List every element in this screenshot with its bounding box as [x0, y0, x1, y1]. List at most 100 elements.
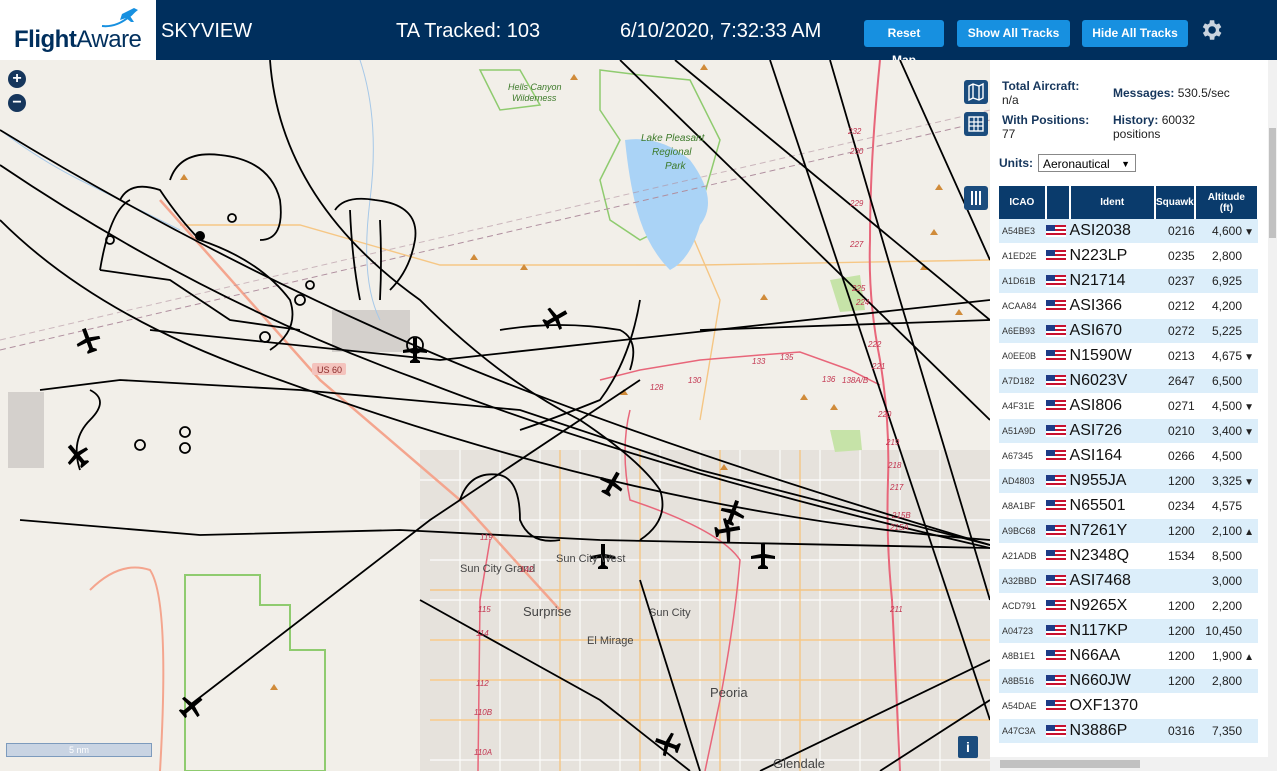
- units-label: Units:: [999, 156, 1033, 170]
- show-all-tracks-button[interactable]: Show All Tracks: [957, 20, 1070, 47]
- table-row[interactable]: A8B516 N660JW 1200 2,800: [999, 668, 1258, 694]
- svg-text:220: 220: [877, 410, 892, 419]
- table-row[interactable]: A9BC68 N7261Y 1200 2,100 ▲: [999, 518, 1258, 544]
- map-label-el-mirage: El Mirage: [587, 635, 633, 647]
- table-row[interactable]: ACD791 N9265X 1200 2,200: [999, 593, 1258, 619]
- ident-cell: N21714: [1069, 268, 1155, 294]
- hide-all-tracks-button[interactable]: Hide All Tracks: [1082, 20, 1188, 47]
- map-layers-button[interactable]: [964, 80, 988, 104]
- grid-toggle-button[interactable]: [964, 112, 988, 136]
- squawk-cell: 0213: [1154, 343, 1195, 369]
- svg-text:224: 224: [855, 298, 870, 307]
- altitude-cell: 4,575: [1194, 493, 1258, 519]
- table-row[interactable]: A47C3A N3886P 0316 7,350: [999, 718, 1258, 744]
- us-flag-icon: [1045, 599, 1066, 612]
- table-row[interactable]: A6EB93 ASI670 0272 5,225: [999, 318, 1258, 344]
- table-row[interactable]: A8A1BF N65501 0234 4,575: [999, 493, 1258, 519]
- table-row[interactable]: A1D61B N21714 0237 6,925: [999, 268, 1258, 294]
- flag-cell: [1045, 418, 1070, 444]
- us-flag-icon: [1045, 624, 1066, 637]
- panel-scrollbar-thumb[interactable]: [1269, 128, 1276, 238]
- table-row[interactable]: A54BE3 ASI2038 0216 4,600 ▼: [999, 219, 1258, 244]
- reset-map-button[interactable]: Reset Map: [864, 20, 944, 67]
- table-row[interactable]: A7D182 N6023V 2647 6,500: [999, 368, 1258, 394]
- us-flag-icon: [1045, 549, 1066, 562]
- squawk-cell: 0316: [1154, 718, 1195, 744]
- icao-cell: A21ADB: [999, 543, 1046, 569]
- us-flag-icon: [1045, 349, 1066, 362]
- info-button[interactable]: i: [958, 736, 978, 758]
- squawk-cell: 1200: [1154, 668, 1195, 694]
- icao-cell: A54BE3: [999, 219, 1046, 244]
- col-header-altitude[interactable]: Altitude (ft): [1194, 186, 1260, 219]
- ident-cell: ASI806: [1069, 393, 1155, 419]
- zoom-out-button[interactable]: −: [8, 94, 26, 112]
- map-label-regional: Regional: [652, 147, 692, 158]
- table-row[interactable]: ACAA84 ASI366 0212 4,200: [999, 293, 1258, 319]
- altitude-value: 4,500: [1211, 449, 1242, 463]
- altitude-cell: 8,500: [1194, 543, 1258, 569]
- altitude-value: 2,800: [1211, 674, 1242, 688]
- flag-cell: [1045, 643, 1070, 669]
- table-row[interactable]: A1ED2E N223LP 0235 2,800: [999, 243, 1258, 269]
- ident-cell: N66AA: [1069, 643, 1155, 669]
- flag-cell: [1045, 593, 1070, 619]
- icao-cell: A7D182: [999, 368, 1046, 394]
- svg-text:142: 142: [520, 565, 534, 574]
- altitude-cell: 4,500: [1194, 443, 1258, 469]
- table-row[interactable]: A8B1E1 N66AA 1200 1,900 ▲: [999, 643, 1258, 669]
- map-canvas[interactable]: Hells Canyon Wilderness Lake Pleasant Re…: [0, 60, 990, 771]
- table-row[interactable]: A21ADB N2348Q 1534 8,500: [999, 543, 1258, 569]
- table-row[interactable]: A0EE0B N1590W 0213 4,675 ▼: [999, 343, 1258, 369]
- flag-cell: [1045, 443, 1070, 469]
- table-row[interactable]: A04723 N117KP 1200 10,450: [999, 618, 1258, 644]
- units-select[interactable]: Aeronautical ▼: [1038, 154, 1136, 172]
- zoom-in-button[interactable]: +: [8, 70, 26, 88]
- icao-cell: A54DAE: [999, 693, 1046, 719]
- map-view[interactable]: Hells Canyon Wilderness Lake Pleasant Re…: [0, 60, 990, 771]
- icao-cell: A4F31E: [999, 393, 1046, 419]
- svg-text:110B: 110B: [474, 708, 493, 717]
- altitude-cell: 7,350: [1194, 718, 1258, 744]
- panel-columns-button[interactable]: [964, 186, 988, 210]
- current-datetime: 6/10/2020, 7:32:33 AM: [620, 20, 822, 42]
- ident-cell: ASI670: [1069, 318, 1155, 344]
- table-row[interactable]: A32BBD ASI7468 3,000: [999, 568, 1258, 594]
- svg-text:119: 119: [480, 533, 493, 542]
- ident-cell: N7261Y: [1069, 518, 1155, 544]
- icao-cell: A8B1E1: [999, 643, 1046, 669]
- icao-cell: A1D61B: [999, 268, 1046, 294]
- altitude-cell: 1,900 ▲: [1194, 643, 1258, 669]
- flag-cell: [1045, 368, 1070, 394]
- icao-cell: A1ED2E: [999, 243, 1046, 269]
- table-row[interactable]: A54DAE OXF1370: [999, 693, 1258, 719]
- squawk-cell: 1200: [1154, 618, 1195, 644]
- altitude-value: 4,200: [1211, 299, 1242, 313]
- altitude-cell: 2,100 ▲: [1194, 518, 1258, 544]
- col-header-ident[interactable]: Ident: [1069, 186, 1156, 219]
- horizontal-scrollbar-thumb[interactable]: [1000, 760, 1140, 768]
- history-stat: History: 60032 positions: [1113, 113, 1196, 141]
- table-row[interactable]: AD4803 N955JA 1200 3,325 ▼: [999, 468, 1258, 494]
- aircraft-table: ICAO Ident Squawk Altitude (ft) A54BE3 ASI…: [999, 186, 1260, 744]
- icao-cell: A51A9D: [999, 418, 1046, 444]
- altitude-value: 4,600: [1211, 224, 1242, 238]
- map-label-glendale: Glendale: [773, 756, 825, 771]
- altitude-trend: ▼: [1244, 477, 1254, 488]
- map-label-surprise: Surprise: [523, 604, 571, 619]
- flightaware-logo[interactable]: FlightAware: [0, 0, 156, 60]
- table-row[interactable]: A51A9D ASI726 0210 3,400 ▼: [999, 418, 1258, 444]
- svg-text:215B: 215B: [891, 511, 911, 520]
- gear-icon[interactable]: [1198, 17, 1224, 43]
- grid-icon: [968, 116, 984, 132]
- altitude-value: 4,500: [1211, 399, 1242, 413]
- altitude-value: 2,100: [1211, 524, 1242, 538]
- col-header-icao[interactable]: ICAO: [999, 186, 1047, 219]
- table-row[interactable]: A67345 ASI164 0266 4,500: [999, 443, 1258, 469]
- squawk-cell: 1200: [1154, 468, 1195, 494]
- flag-cell: [1045, 543, 1070, 569]
- altitude-cell: 4,600 ▼: [1194, 219, 1258, 244]
- col-header-squawk[interactable]: Squawk: [1154, 186, 1196, 219]
- flag-cell: [1045, 318, 1070, 344]
- table-row[interactable]: A4F31E ASI806 0271 4,500 ▼: [999, 393, 1258, 419]
